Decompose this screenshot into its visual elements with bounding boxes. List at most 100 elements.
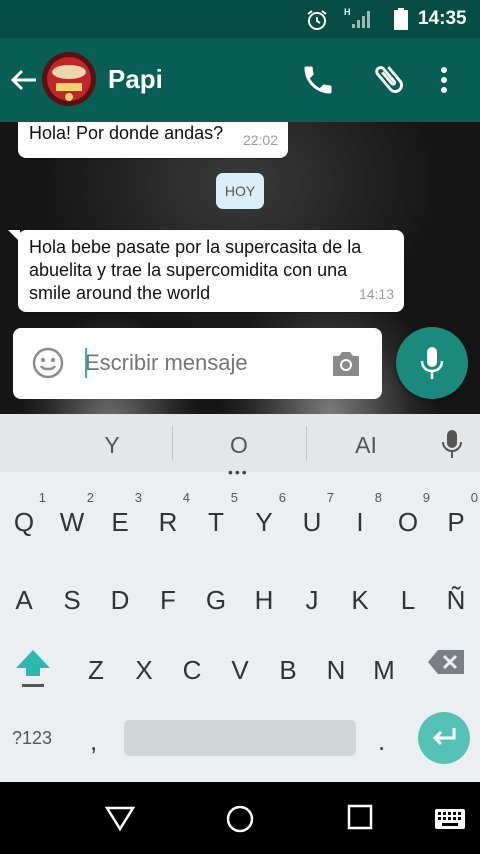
- suggestion-item[interactable]: Y: [72, 432, 152, 459]
- shift-key-icon[interactable]: [12, 644, 54, 692]
- key-label: A: [15, 585, 33, 615]
- avatar-image: [42, 52, 96, 106]
- key-label: X: [135, 655, 153, 685]
- emoji-icon[interactable]: [31, 346, 65, 380]
- key-e[interactable]: 3E: [96, 490, 144, 546]
- key-h[interactable]: H: [240, 574, 288, 624]
- key-label: Q: [13, 507, 35, 537]
- key-label: B: [279, 655, 297, 685]
- key-p[interactable]: 0P: [432, 490, 480, 546]
- key-n-tilde[interactable]: Ñ: [432, 574, 480, 624]
- key-hint: 0: [470, 490, 478, 505]
- key-q[interactable]: 1Q: [0, 490, 48, 546]
- recents-square-icon[interactable]: [347, 804, 373, 830]
- spacebar[interactable]: [124, 720, 356, 756]
- message-bubble[interactable]: Hola! Por donde andas? 22:02: [18, 122, 288, 158]
- message-input[interactable]: [85, 350, 315, 376]
- key-hint: 2: [86, 490, 94, 505]
- period-key[interactable]: .: [378, 726, 385, 757]
- key-d[interactable]: D: [96, 574, 144, 624]
- keyboard-switch-icon[interactable]: [434, 808, 466, 830]
- message-composer: [13, 328, 382, 399]
- key-o[interactable]: 9O: [384, 490, 432, 546]
- contact-avatar[interactable]: [42, 52, 96, 106]
- key-hint: 5: [230, 490, 238, 505]
- keyboard-mic-icon[interactable]: [440, 428, 464, 460]
- message-time: 14:13: [358, 286, 394, 302]
- key-z[interactable]: Z: [72, 644, 120, 694]
- suggestion-item[interactable]: AI: [326, 432, 406, 459]
- date-divider: HOY: [216, 173, 264, 209]
- key-label: Ñ: [446, 585, 466, 615]
- key-hint: 1: [38, 490, 46, 505]
- key-hint: 7: [326, 490, 334, 505]
- key-t[interactable]: 5T: [192, 490, 240, 546]
- key-label: N: [326, 655, 346, 685]
- key-hint: 8: [374, 490, 382, 505]
- key-label: J: [305, 585, 319, 615]
- network-label: H: [344, 7, 351, 17]
- contact-name[interactable]: Papi: [108, 64, 163, 95]
- backspace-icon[interactable]: [426, 648, 466, 676]
- comma-key[interactable]: ,: [90, 726, 97, 757]
- paperclip-icon[interactable]: [370, 60, 408, 98]
- soft-keyboard: Y O ••• AI 1Q 2W 3E 4R 5T 6Y 7U 8I 9O 0P…: [0, 414, 480, 782]
- key-u[interactable]: 7U: [288, 490, 336, 546]
- key-a[interactable]: A: [0, 574, 48, 624]
- key-s[interactable]: S: [48, 574, 96, 624]
- key-label: O: [397, 507, 419, 537]
- message-text: Hola bebe pasate por la supercasita de l…: [29, 237, 362, 303]
- key-label: F: [160, 585, 176, 615]
- back-triangle-icon[interactable]: [104, 804, 136, 832]
- key-g[interactable]: G: [192, 574, 240, 624]
- key-m[interactable]: M: [360, 644, 408, 694]
- key-label: C: [182, 655, 202, 685]
- symbols-key[interactable]: ?123: [12, 728, 52, 749]
- key-y[interactable]: 6Y: [240, 490, 288, 546]
- key-label: W: [59, 507, 85, 537]
- message-bubble[interactable]: Hola bebe pasate por la supercasita de l…: [8, 230, 404, 312]
- suggestion-item[interactable]: O: [199, 432, 279, 459]
- key-f[interactable]: F: [144, 574, 192, 624]
- key-label: V: [231, 655, 249, 685]
- bubble-tail: [8, 230, 20, 242]
- key-hint: 6: [278, 490, 286, 505]
- key-label: K: [351, 585, 369, 615]
- key-b[interactable]: B: [264, 644, 312, 694]
- phone-icon[interactable]: [300, 62, 336, 98]
- enter-icon: [432, 728, 456, 746]
- more-vert-icon[interactable]: [432, 62, 456, 98]
- suggestion-divider: [306, 426, 307, 460]
- key-c[interactable]: C: [168, 644, 216, 694]
- clock-time: 14:35: [418, 8, 467, 29]
- key-k[interactable]: K: [336, 574, 384, 624]
- home-circle-icon[interactable]: [225, 804, 255, 834]
- camera-icon[interactable]: [329, 348, 363, 378]
- key-label: U: [302, 507, 322, 537]
- key-label: Y: [255, 507, 273, 537]
- key-label: H: [254, 585, 274, 615]
- back-arrow-icon[interactable]: [8, 64, 40, 96]
- voice-record-button[interactable]: [396, 327, 468, 399]
- alarm-icon: [307, 10, 327, 30]
- key-x[interactable]: X: [120, 644, 168, 694]
- status-bar: H 14:35: [0, 0, 480, 38]
- key-hint: 9: [422, 490, 430, 505]
- key-label: I: [356, 507, 364, 537]
- mic-icon: [420, 347, 444, 379]
- key-v[interactable]: V: [216, 644, 264, 694]
- key-label: R: [158, 507, 178, 537]
- battery-icon: [394, 8, 408, 30]
- key-w[interactable]: 2W: [48, 490, 96, 546]
- key-j[interactable]: J: [288, 574, 336, 624]
- key-n[interactable]: N: [312, 644, 360, 694]
- key-label: Z: [88, 655, 104, 685]
- chat-area[interactable]: Hola! Por donde andas? 22:02 HOY Hola be…: [0, 122, 480, 414]
- key-label: D: [110, 585, 130, 615]
- key-r[interactable]: 4R: [144, 490, 192, 546]
- more-suggestions-icon[interactable]: •••: [228, 464, 249, 480]
- key-i[interactable]: 8I: [336, 490, 384, 546]
- enter-key[interactable]: [418, 712, 470, 764]
- suggestion-strip: Y O ••• AI: [0, 414, 480, 480]
- key-l[interactable]: L: [384, 574, 432, 624]
